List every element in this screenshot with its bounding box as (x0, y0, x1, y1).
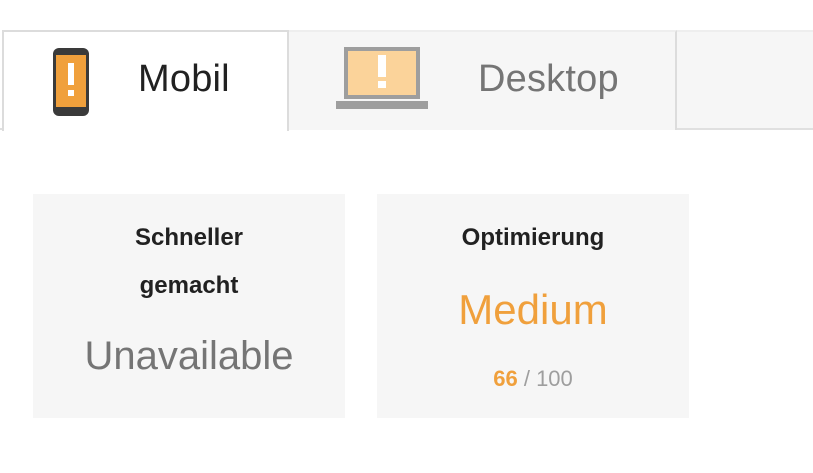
optimization-max-score: 100 (536, 366, 573, 391)
tab-mobile-label: Mobil (138, 58, 230, 100)
tab-desktop[interactable]: Desktop (289, 30, 677, 130)
speed-card: Schneller gemacht Unavailable (33, 194, 345, 418)
optimization-score: 66 (493, 366, 518, 391)
mobile-phone-warning-icon (52, 47, 90, 122)
device-tabbar: Mobil Desktop (0, 30, 813, 131)
optimization-rating: Medium (458, 286, 608, 333)
tab-desktop-label: Desktop (478, 58, 619, 100)
speed-card-title: Schneller gemacht (89, 214, 289, 310)
optimization-score-line: 66 / 100 (377, 366, 689, 392)
optimization-card-title: Optimierung (461, 224, 605, 251)
laptop-warning-icon (336, 47, 428, 118)
speed-card-title-line2: gemacht (139, 272, 239, 299)
score-separator: / (523, 366, 530, 391)
speed-card-title-line1: Schneller (134, 224, 244, 251)
tab-mobile[interactable]: Mobil (2, 30, 289, 131)
speed-card-value: Unavailable (84, 334, 294, 378)
tabbar-filler (677, 30, 813, 128)
optimization-card: Optimierung Medium 66 / 100 (377, 194, 689, 418)
